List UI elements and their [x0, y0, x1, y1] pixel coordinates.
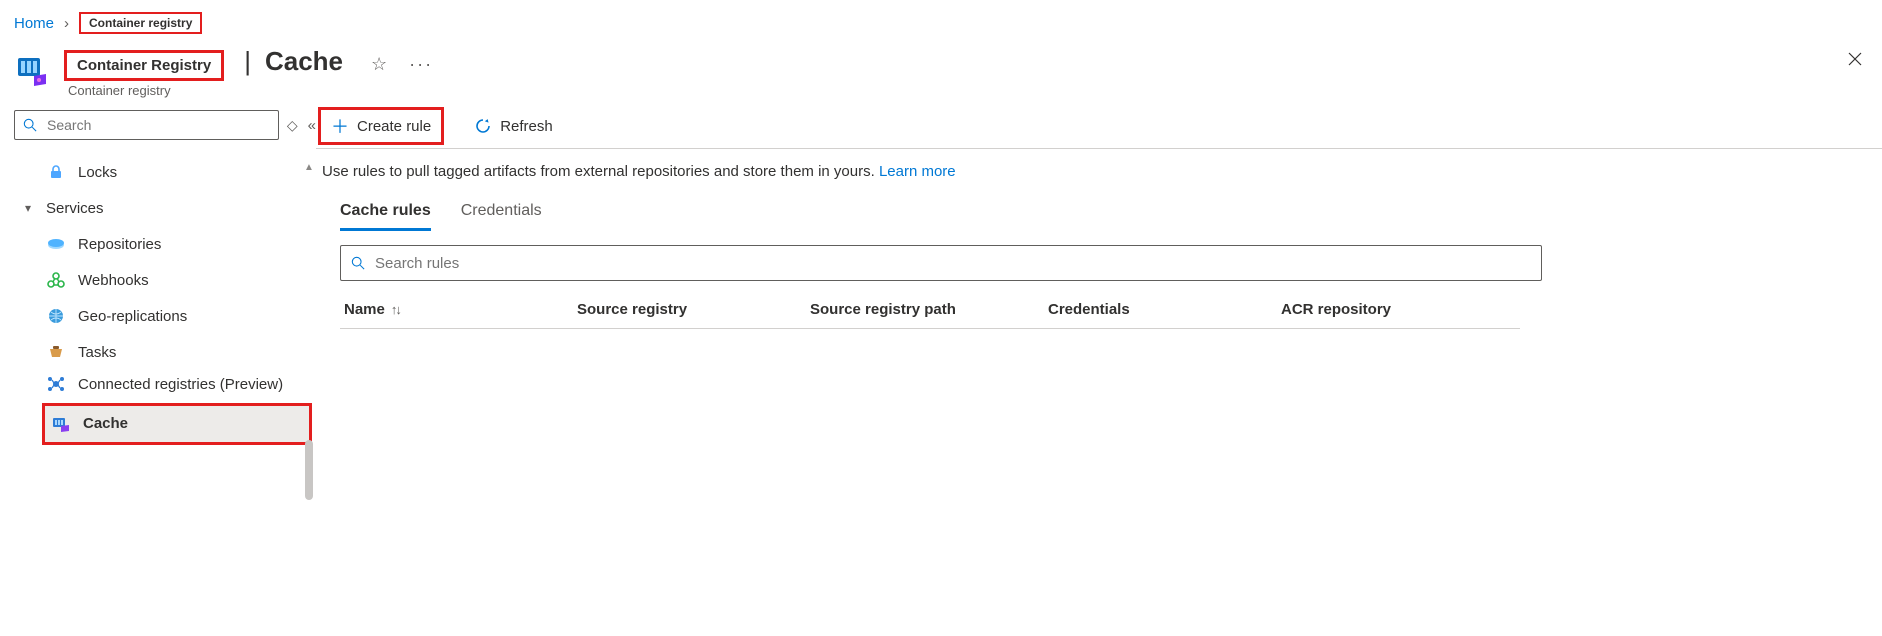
sidebar-sort-icon[interactable]: ◇ [287, 117, 298, 134]
title-divider: | [244, 46, 251, 77]
sidebar-item-georeplications[interactable]: Geo-replications [14, 298, 316, 334]
learn-more-link[interactable]: Learn more [879, 163, 956, 180]
sidebar-item-label: Webhooks [78, 272, 149, 289]
column-source-registry-path[interactable]: Source registry path [806, 295, 1044, 324]
search-icon [351, 256, 365, 270]
sidebar-nav: Locks ▾ Services Repositories Webhooks [14, 154, 316, 445]
globe-icon [46, 308, 66, 324]
main-panel: ＋ Create rule Refresh Use rules to pull … [316, 104, 1882, 447]
column-name-label: Name [344, 301, 385, 318]
sidebar-item-label: Repositories [78, 236, 161, 253]
table-header: Name ↑↓ Source registry Source registry … [340, 295, 1858, 324]
table-header-divider [340, 328, 1520, 329]
sort-arrows-icon: ↑↓ [391, 302, 400, 317]
resource-name: Container Registry [64, 50, 224, 81]
chevron-right-icon: › [64, 15, 69, 32]
sidebar-group-label: Services [46, 200, 104, 217]
webhooks-icon [46, 272, 66, 288]
sidebar-item-label: Geo-replications [78, 308, 187, 325]
sidebar-item-connected-registries[interactable]: Connected registries (Preview) [14, 370, 316, 401]
breadcrumb-home[interactable]: Home [14, 15, 54, 32]
cache-icon [51, 416, 71, 432]
scroll-thumb[interactable] [305, 440, 313, 500]
refresh-button[interactable]: Refresh [464, 110, 563, 142]
plus-icon: ＋ [331, 113, 349, 139]
breadcrumb: Home › Container registry [0, 0, 1882, 42]
rules-search[interactable] [340, 245, 1542, 281]
breadcrumb-resource[interactable]: Container registry [79, 12, 202, 34]
sidebar-search[interactable] [14, 110, 279, 140]
resource-type-label: Container registry [68, 83, 433, 98]
sidebar-item-label: Locks [78, 164, 117, 181]
favorite-star-icon[interactable]: ☆ [371, 55, 387, 73]
tab-cache-rules[interactable]: Cache rules [340, 202, 431, 231]
column-credentials[interactable]: Credentials [1044, 295, 1277, 324]
command-bar: ＋ Create rule Refresh [316, 104, 1882, 149]
description-text: Use rules to pull tagged artifacts from … [322, 163, 879, 180]
page-title: Cache [265, 46, 343, 77]
container-registry-icon [14, 52, 50, 88]
refresh-icon [474, 117, 492, 135]
refresh-label: Refresh [500, 118, 553, 135]
sidebar-search-input[interactable] [45, 116, 270, 134]
more-menu-icon[interactable]: ··· [409, 54, 433, 75]
sidebar-item-tasks[interactable]: Tasks [14, 334, 316, 370]
column-source-registry[interactable]: Source registry [573, 295, 806, 324]
sidebar-item-label: Tasks [78, 344, 116, 361]
create-rule-button[interactable]: ＋ Create rule [318, 107, 444, 145]
sidebar-item-cache[interactable]: Cache [42, 403, 312, 445]
connected-registries-icon [46, 376, 66, 392]
page-header: Container Registry | Cache ☆ ··· Contain… [0, 42, 1882, 104]
sidebar: ◇ « Locks ▾ Services Repositories [0, 104, 316, 447]
tabs: Cache rules Credentials [316, 184, 1882, 231]
close-icon[interactable] [1846, 50, 1864, 68]
column-name[interactable]: Name ↑↓ [340, 295, 573, 324]
lock-icon [46, 164, 66, 180]
tasks-icon [46, 345, 66, 359]
sidebar-item-webhooks[interactable]: Webhooks [14, 262, 316, 298]
sidebar-scrollbar[interactable]: ▲ [302, 160, 316, 447]
sidebar-item-locks[interactable]: Locks [14, 154, 316, 190]
description: Use rules to pull tagged artifacts from … [316, 149, 1882, 184]
sidebar-item-label: Cache [83, 415, 128, 432]
search-icon [23, 118, 37, 132]
column-acr-repository[interactable]: ACR repository [1277, 295, 1858, 324]
sidebar-collapse-icon[interactable]: « [308, 117, 316, 134]
scroll-up-icon[interactable]: ▲ [302, 160, 316, 174]
sidebar-group-services[interactable]: ▾ Services [14, 190, 316, 226]
chevron-down-icon: ▾ [18, 201, 38, 215]
sidebar-item-repositories[interactable]: Repositories [14, 226, 316, 262]
rules-search-input[interactable] [373, 254, 1531, 273]
tab-credentials[interactable]: Credentials [461, 202, 542, 231]
repositories-icon [46, 237, 66, 251]
create-rule-label: Create rule [357, 118, 431, 135]
sidebar-item-label: Connected registries (Preview) [78, 376, 283, 395]
